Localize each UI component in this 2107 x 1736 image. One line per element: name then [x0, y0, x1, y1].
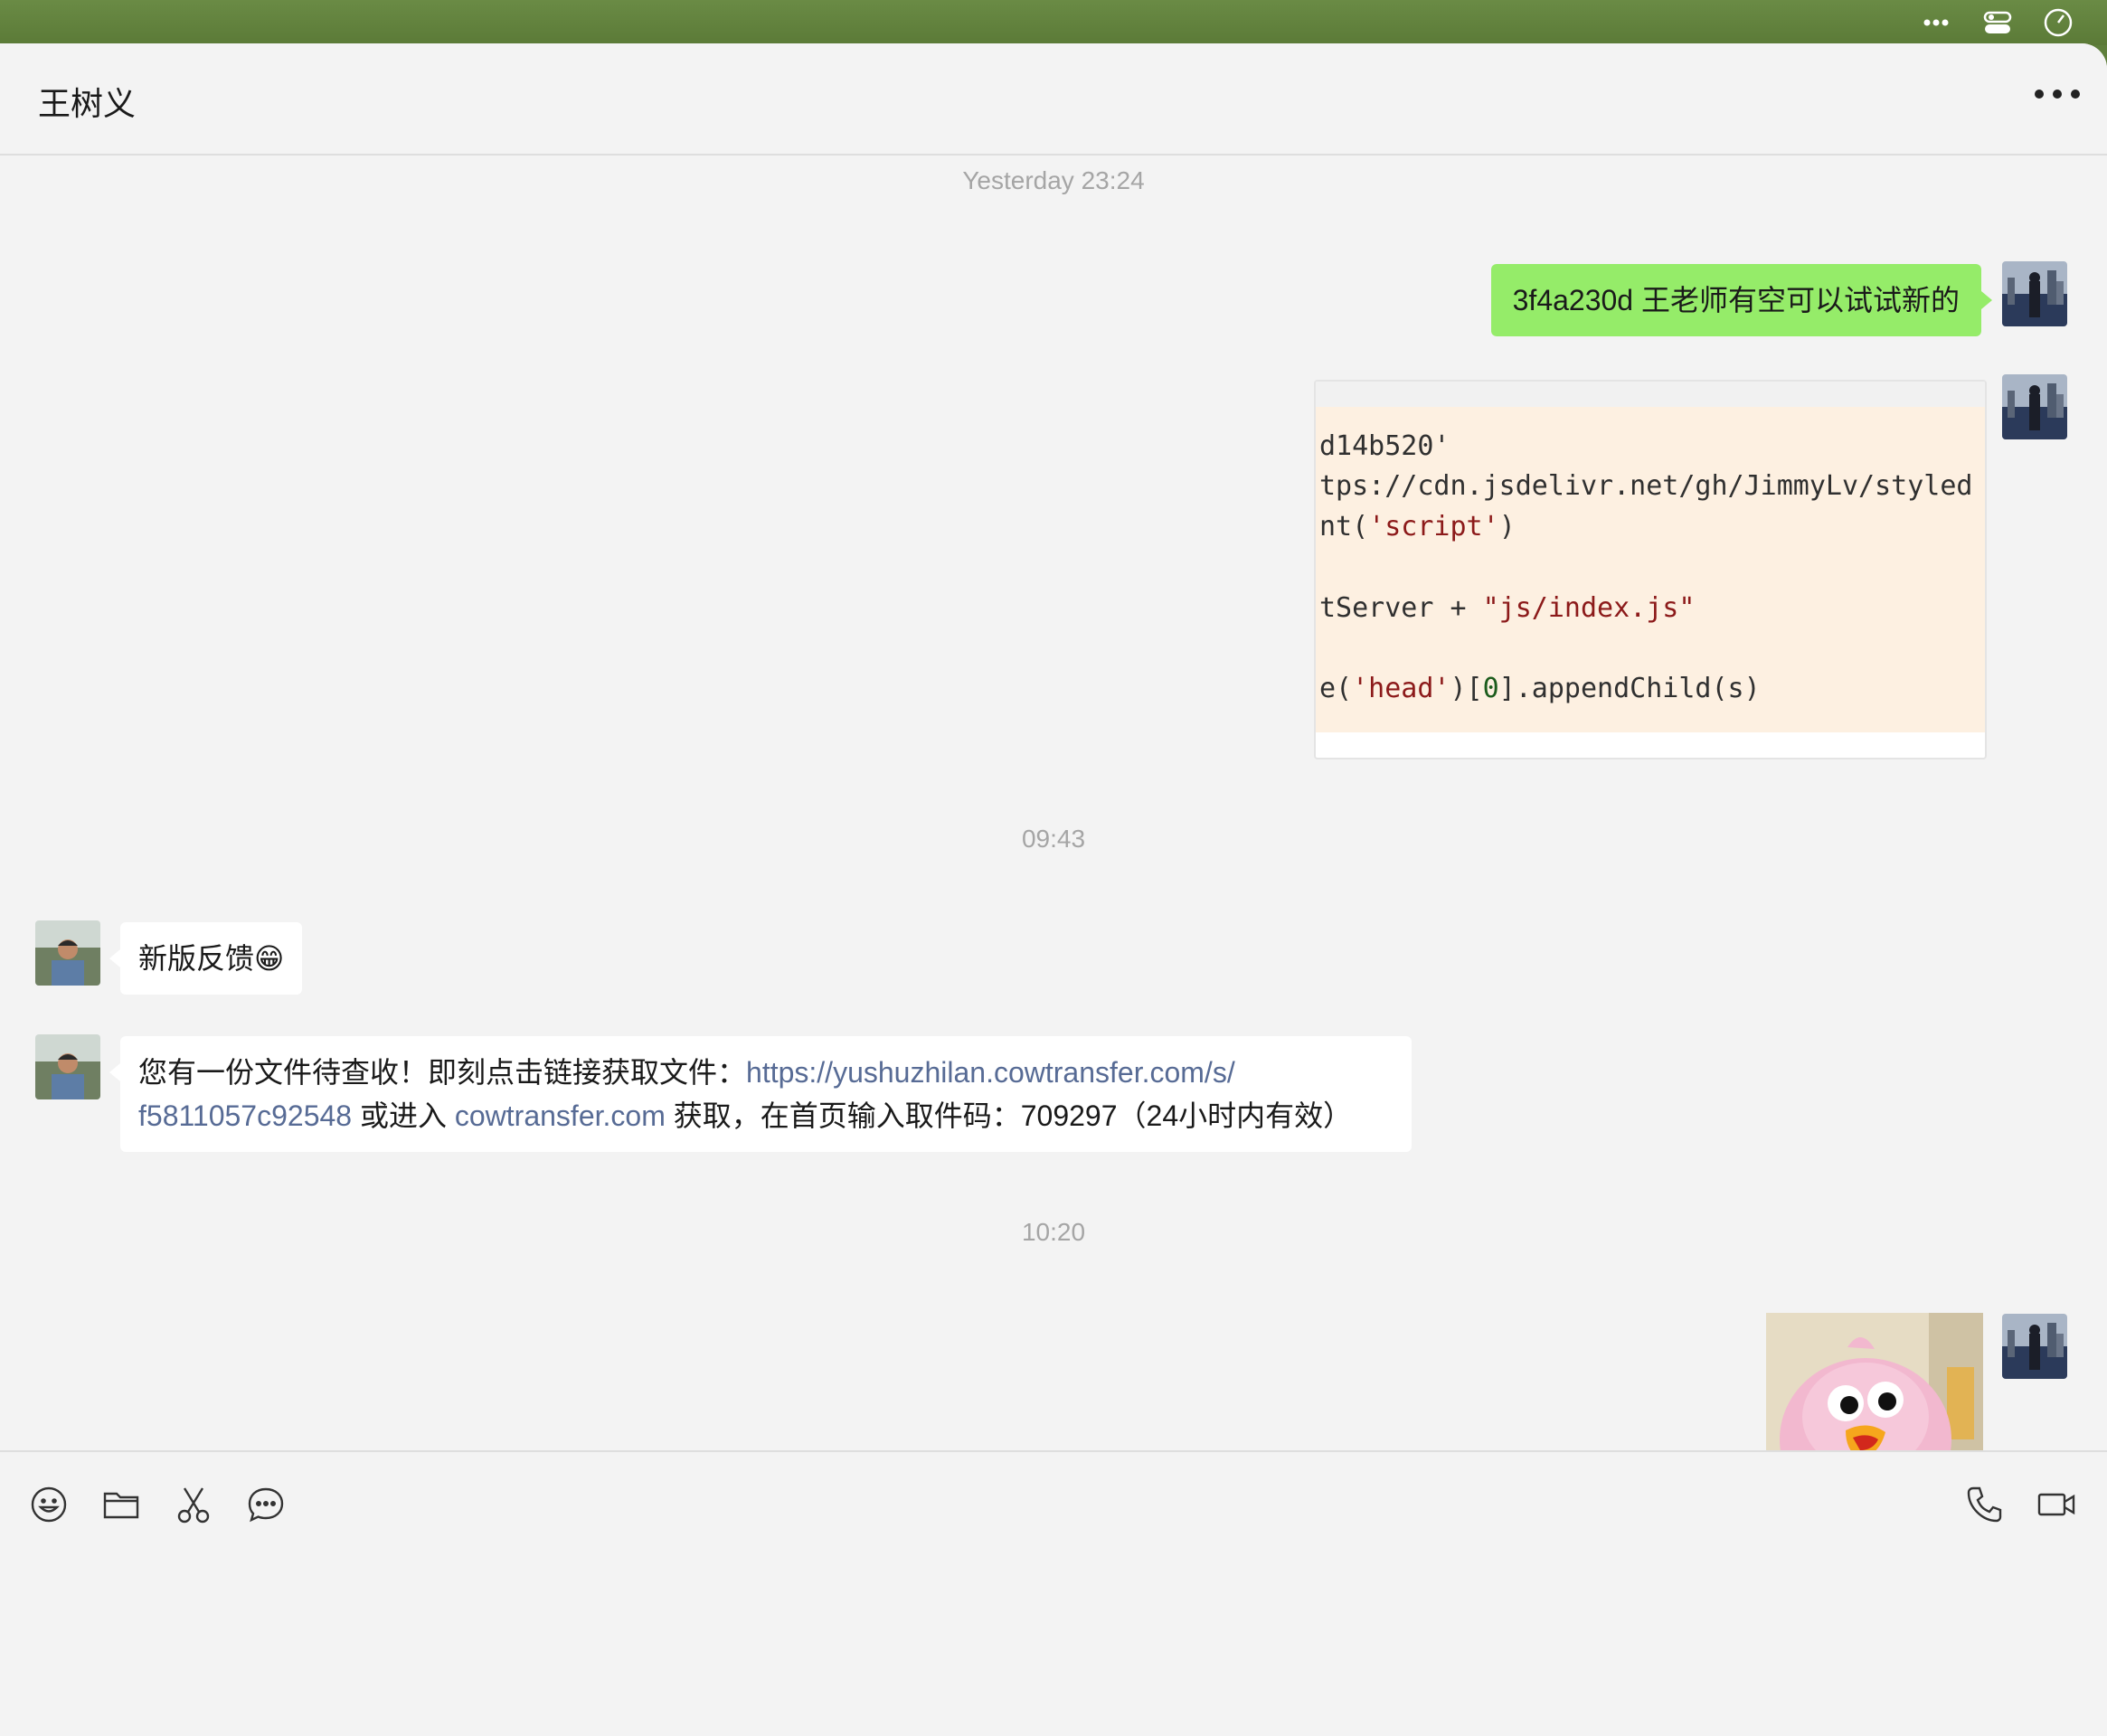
code-token: ) — [1498, 511, 1516, 542]
video-call-icon[interactable] — [2036, 1485, 2076, 1524]
received-message-bubble[interactable]: 新版反馈😁 — [109, 922, 303, 995]
timestamp: 10:20 — [1021, 1218, 1086, 1246]
scissors-icon[interactable] — [174, 1485, 213, 1524]
message-text: 或进入 — [352, 1099, 455, 1132]
message-text: 您有一份文件待查收！即刻点击链接获取文件： — [138, 1056, 747, 1089]
chat-more-button[interactable] — [2035, 78, 2080, 110]
contact-avatar[interactable] — [35, 1034, 100, 1099]
code-screenshot-image[interactable]: d14b520' tps://cdn.jsdelivr.net/gh/Jimmy… — [1314, 380, 1987, 760]
code-token: 'script' — [1368, 511, 1499, 542]
code-token: 'head' — [1352, 673, 1450, 704]
file-link[interactable]: f5811057c92548 — [138, 1099, 352, 1132]
dot — [2035, 90, 2044, 99]
chat-title: 王树义 — [38, 85, 137, 122]
my-avatar[interactable] — [2002, 374, 2067, 439]
code-token: 0 — [1482, 673, 1499, 704]
dot — [2053, 90, 2062, 99]
folder-icon[interactable] — [101, 1485, 141, 1524]
code-line: e('head')[0].appendChild(s) — [1319, 673, 1761, 704]
code-token: "js/index.js" — [1482, 592, 1696, 624]
timestamp: 09:43 — [1021, 825, 1086, 853]
image-top-strip — [1316, 382, 1985, 407]
code-token: nt( — [1319, 511, 1369, 542]
chat-window: 王树义 Yesterday 23:24 3f4a230d 王老师有空可以试试新的… — [0, 43, 2107, 1736]
timestamp: Yesterday 23:24 — [962, 166, 1145, 194]
control-center-icon[interactable] — [1980, 5, 2015, 40]
menu-bar — [0, 0, 2107, 45]
received-message-bubble[interactable]: 您有一份文件待查收！即刻点击链接获取文件：https://yushuzhilan… — [109, 1036, 1412, 1152]
chat-history-icon[interactable] — [246, 1485, 286, 1524]
code-token: tServer + — [1319, 592, 1483, 624]
code-line: tps://cdn.jsdelivr.net/gh/JimmyLv/styled — [1319, 470, 1973, 502]
code-line: nt('script') — [1319, 511, 1516, 542]
code-token: e( — [1319, 673, 1353, 704]
phone-icon[interactable] — [1964, 1485, 2004, 1524]
my-avatar[interactable] — [2002, 261, 2067, 326]
message-text: 获取，在首页输入取件码：709297（24小时内有效） — [665, 1099, 1353, 1132]
site-link[interactable]: cowtransfer.com — [455, 1099, 666, 1132]
contact-avatar[interactable] — [35, 920, 100, 986]
dot — [2071, 90, 2080, 99]
clock-icon[interactable] — [2041, 5, 2075, 40]
file-link[interactable]: https://yushuzhilan.cowtransfer.com/s/ — [746, 1056, 1235, 1089]
emoji-icon[interactable] — [29, 1485, 69, 1524]
code-token: ].appendChild(s) — [1498, 673, 1761, 704]
grinning-emoji-icon: 😁 — [254, 942, 285, 975]
chat-header: 王树义 — [0, 43, 2107, 156]
message-input-area[interactable] — [0, 1450, 2107, 1736]
sent-message-bubble[interactable]: 3f4a230d 王老师有空可以试试新的 — [1490, 264, 1993, 336]
code-token: )[ — [1450, 673, 1483, 704]
code-line: d14b520' — [1319, 430, 1450, 462]
code-line: tServer + "js/index.js" — [1319, 592, 1695, 624]
my-avatar[interactable] — [2002, 1314, 2067, 1379]
more-dots-icon[interactable] — [1919, 5, 1953, 40]
message-text: 新版反馈 — [138, 942, 255, 975]
